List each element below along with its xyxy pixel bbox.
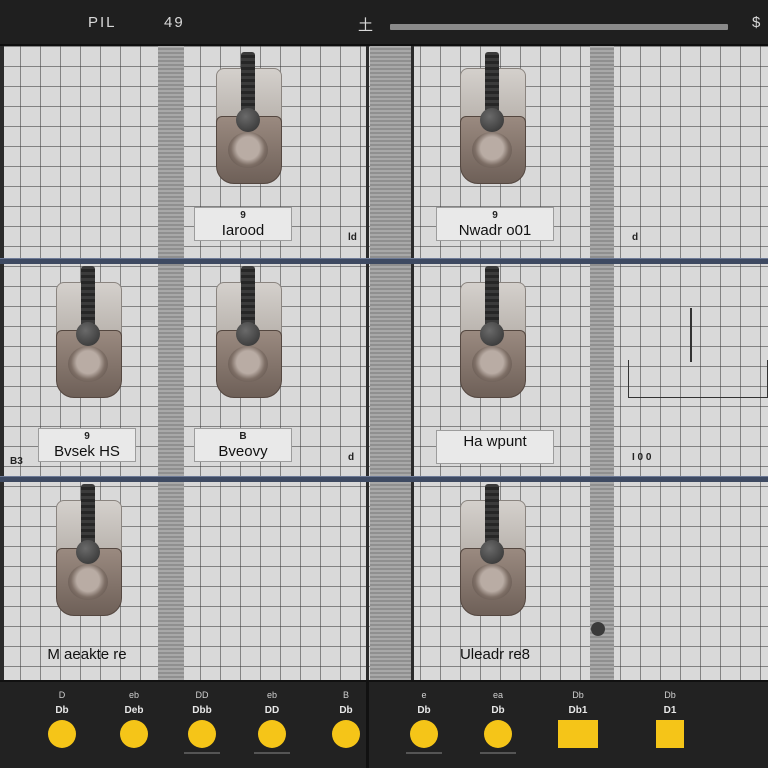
- control-knob[interactable]: DD Dbb: [172, 690, 232, 760]
- header-value: 49: [164, 14, 185, 31]
- toggle-dot[interactable]: [258, 720, 286, 748]
- cell-corner-text: ld: [348, 232, 357, 243]
- row-divider: [0, 258, 768, 264]
- control-button[interactable]: Db D1: [640, 690, 700, 760]
- sketch-drawing: [628, 360, 768, 398]
- row-divider: [0, 476, 768, 482]
- device-label: 9 Bvsek HS: [38, 428, 136, 462]
- app-title: PIL: [88, 14, 117, 31]
- instrument-device[interactable]: [52, 266, 124, 398]
- cell-corner-text: d: [632, 232, 639, 243]
- control-knob[interactable]: eb Deb: [104, 690, 164, 760]
- cell-corner-text: I 0 0: [632, 452, 652, 463]
- device-label: M aeakte re: [47, 646, 127, 663]
- currency-icon[interactable]: $: [752, 14, 762, 31]
- control-button[interactable]: Db Db1: [548, 690, 608, 760]
- control-knob[interactable]: D Db: [32, 690, 92, 760]
- control-knob[interactable]: ea Db: [468, 690, 528, 760]
- control-knob[interactable]: B Db: [316, 690, 376, 760]
- screw-knob[interactable]: [591, 622, 605, 636]
- sketch-line: [690, 308, 692, 362]
- top-toolbar: PIL 49 土 $: [0, 0, 768, 46]
- control-knob[interactable]: eb DD: [242, 690, 302, 760]
- instrument-device[interactable]: [212, 52, 284, 184]
- toggle-dot[interactable]: [410, 720, 438, 748]
- column-divider: [366, 46, 369, 680]
- square-button[interactable]: [558, 720, 598, 748]
- toggle-dot[interactable]: [48, 720, 76, 748]
- instrument-device[interactable]: [52, 484, 124, 616]
- settings-icon[interactable]: 土: [358, 14, 375, 35]
- toggle-dot[interactable]: [188, 720, 216, 748]
- toggle-dot[interactable]: [484, 720, 512, 748]
- device-label: Uleadr re8: [459, 646, 531, 663]
- device-label: Ha wpunt: [436, 430, 554, 464]
- cell-corner-text: B3: [10, 456, 23, 467]
- instrument-device[interactable]: [456, 484, 528, 616]
- device-label: B Bveovy: [194, 428, 292, 462]
- master-slider[interactable]: [390, 24, 728, 30]
- stripe-band: [370, 46, 412, 680]
- stripe-band: [158, 46, 184, 680]
- instrument-device[interactable]: [456, 266, 528, 398]
- toggle-dot[interactable]: [332, 720, 360, 748]
- left-edge: [0, 46, 4, 680]
- instrument-device[interactable]: [456, 52, 528, 184]
- instrument-device[interactable]: [212, 266, 284, 398]
- column-divider: [411, 46, 414, 680]
- stripe-band: [590, 46, 614, 680]
- cell-corner-text: d: [348, 452, 355, 463]
- toggle-dot[interactable]: [120, 720, 148, 748]
- device-label: 9 Nwadr o01: [436, 207, 554, 241]
- control-knob[interactable]: e Db: [394, 690, 454, 760]
- square-button[interactable]: [656, 720, 684, 748]
- device-label: 9 Iarood: [194, 207, 292, 241]
